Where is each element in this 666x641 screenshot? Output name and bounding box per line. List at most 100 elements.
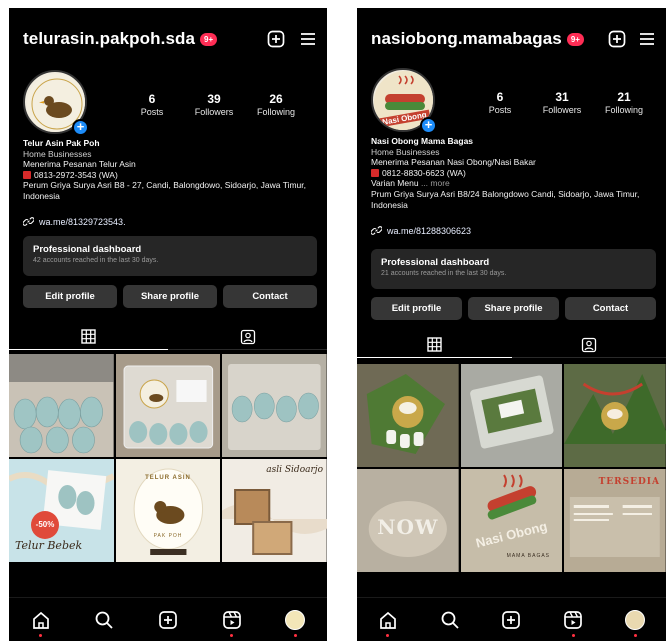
- display-name: Nasi Obong Mama Bagas: [371, 136, 474, 146]
- profile-tabs: [9, 324, 327, 350]
- username[interactable]: telurasin.pakpoh.sda: [23, 29, 195, 49]
- reels-icon: [564, 610, 583, 629]
- home-icon: [32, 611, 49, 629]
- phone-icon: [23, 170, 31, 179]
- stat-posts[interactable]: 6 Posts: [121, 92, 183, 117]
- contact-button[interactable]: Contact: [565, 297, 656, 320]
- nav-profile[interactable]: [621, 606, 649, 637]
- tab-grid[interactable]: [357, 332, 512, 358]
- stat-followers[interactable]: 31 Followers: [531, 90, 593, 115]
- grid-icon: [81, 329, 96, 344]
- stat-posts[interactable]: 6 Posts: [469, 90, 531, 115]
- tab-tagged[interactable]: [511, 332, 666, 358]
- more-link[interactable]: ... more: [421, 178, 450, 188]
- edit-profile-button[interactable]: Edit profile: [371, 297, 462, 320]
- hamburger-icon: [301, 33, 315, 45]
- menu-button[interactable]: [638, 31, 656, 47]
- nav-dot: [230, 633, 234, 637]
- post-thumbnail[interactable]: asli Sidoarjo: [222, 459, 327, 562]
- post-thumbnail[interactable]: NOW: [357, 469, 459, 572]
- display-name: Telur Asin Pak Poh: [23, 138, 100, 148]
- brand-sub: MAMA BAGAS: [506, 553, 550, 559]
- tagged-icon: [581, 337, 596, 352]
- search-icon: [441, 611, 459, 629]
- menu-button[interactable]: [299, 31, 317, 47]
- link-icon: [371, 226, 382, 235]
- professional-dashboard[interactable]: Professional dashboard 21 accounts reach…: [371, 249, 656, 289]
- share-profile-button[interactable]: Share profile: [123, 285, 217, 308]
- profile-actions: Edit profile Share profile Contact: [371, 297, 656, 320]
- post-thumbnail[interactable]: [9, 354, 114, 457]
- profile-header: nasiobong.mamabagas 9+: [371, 26, 656, 52]
- stat-following[interactable]: 21 Following: [593, 90, 655, 115]
- bio-menu: Varian Menu ... more: [371, 178, 450, 189]
- tab-tagged[interactable]: [168, 324, 327, 350]
- nav-search[interactable]: [90, 606, 118, 634]
- profile-avatar-icon: [625, 609, 646, 630]
- brand-sub: PAK POH: [153, 533, 183, 539]
- plus-square-icon: [267, 30, 285, 48]
- contact-button[interactable]: Contact: [223, 285, 317, 308]
- profile-avatar-icon: [285, 609, 306, 630]
- nav-home[interactable]: [27, 606, 55, 637]
- plus-square-icon: [502, 610, 521, 629]
- add-story-button[interactable]: +: [420, 117, 437, 134]
- stat-following[interactable]: 26 Following: [245, 92, 307, 117]
- bio-link[interactable]: wa.me/81288306623: [371, 225, 471, 236]
- grid-icon: [427, 337, 442, 352]
- post-thumbnail[interactable]: [357, 364, 459, 467]
- post-grid: NOW Nasi Obong MAMA BAGAS TERSEDIA: [357, 364, 666, 572]
- nav-home[interactable]: [374, 606, 402, 637]
- profile-screen-left: telurasin.pakpoh.sda 9+ + 6 Posts 39 Follo…: [9, 8, 327, 641]
- bio-link[interactable]: wa.me/81329723543.: [23, 216, 126, 227]
- hamburger-icon: [640, 33, 654, 45]
- post-thumbnail[interactable]: [564, 364, 666, 467]
- origin-text: asli Sidoarjo: [266, 465, 323, 475]
- profile-stats: 6 Posts 39 Followers 26 Following: [121, 92, 307, 117]
- post-thumbnail[interactable]: [460, 364, 563, 467]
- notification-badge[interactable]: 9+: [200, 32, 218, 46]
- post-thumbnail[interactable]: Nasi Obong MAMA BAGAS: [460, 469, 563, 572]
- stat-followers[interactable]: 39 Followers: [183, 92, 245, 117]
- nav-create[interactable]: [154, 606, 182, 634]
- link-icon: [23, 217, 34, 226]
- profile-header: telurasin.pakpoh.sda 9+: [23, 26, 317, 52]
- create-post-button[interactable]: [608, 30, 626, 48]
- professional-dashboard[interactable]: Professional dashboard 42 accounts reach…: [23, 236, 317, 276]
- nav-dot: [633, 633, 637, 637]
- add-story-button[interactable]: +: [72, 119, 89, 136]
- edit-profile-button[interactable]: Edit profile: [23, 285, 117, 308]
- phone-icon: [371, 168, 379, 177]
- search-icon: [95, 611, 114, 629]
- bio-line: Menerima Pesanan Nasi Obong/Nasi Bakar: [371, 157, 536, 168]
- post-thumbnail[interactable]: [115, 354, 221, 457]
- notification-badge[interactable]: 9+: [566, 32, 584, 46]
- nav-reels[interactable]: [218, 606, 246, 637]
- nav-dot: [293, 633, 297, 637]
- nav-profile[interactable]: [281, 606, 309, 637]
- post-thumbnail[interactable]: TELUR ASIN PAK POH: [115, 459, 221, 562]
- post-thumbnail[interactable]: [222, 354, 327, 457]
- post-thumbnail[interactable]: TERSEDIA: [564, 469, 666, 572]
- bio-phone: 0812-8830-6623 (WA): [371, 168, 658, 179]
- discount-sticker: -50%: [31, 511, 59, 539]
- nav-dot: [571, 633, 575, 637]
- share-profile-button[interactable]: Share profile: [468, 297, 559, 320]
- plus-square-icon: [608, 30, 626, 48]
- profile-stats: 6 Posts 31 Followers 21 Following: [469, 90, 655, 115]
- bio-line: Menerima Pesanan Telur Asin: [23, 159, 136, 170]
- post-thumbnail[interactable]: -50% Telur Bebek: [9, 459, 114, 562]
- username[interactable]: nasiobong.mamabagas: [371, 29, 562, 49]
- post-caption: Telur Bebek: [15, 539, 83, 552]
- profile-screen-right: nasiobong.mamabagas 9+ Nasi Obong + 6 Pos…: [357, 8, 666, 641]
- profile-actions: Edit profile Share profile Contact: [23, 285, 317, 308]
- brand-text: TELUR ASIN: [145, 475, 191, 481]
- plus-square-icon: [159, 610, 177, 629]
- bottom-nav: [357, 597, 666, 641]
- nav-create[interactable]: [497, 606, 525, 634]
- create-post-button[interactable]: [267, 30, 285, 48]
- nav-reels[interactable]: [559, 606, 587, 637]
- nav-search[interactable]: [436, 606, 464, 634]
- tab-grid[interactable]: [9, 324, 168, 350]
- category: Home Businesses: [371, 146, 440, 157]
